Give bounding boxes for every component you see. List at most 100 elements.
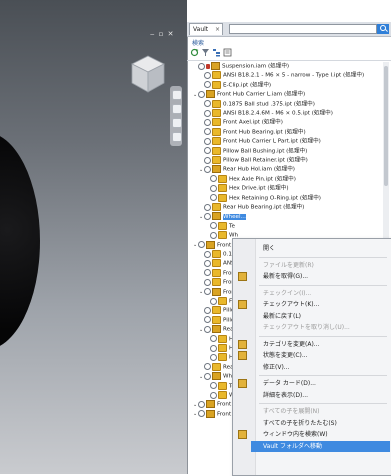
viewport-window-controls[interactable]: ‒ ▫ ✕: [150, 30, 184, 39]
filter-icon[interactable]: [201, 48, 210, 57]
part-file-icon: [212, 306, 221, 315]
state-icon: [238, 351, 247, 360]
tree-view-icon[interactable]: [212, 48, 221, 57]
properties-icon[interactable]: [223, 48, 232, 57]
tree-row[interactable]: Pillow Ball Retainer.ipt (処理中): [199, 156, 308, 165]
close-icon[interactable]: ×: [215, 24, 220, 36]
status-icon: [204, 363, 211, 371]
tree-row[interactable]: Hex Drive.ipt (処理中): [205, 184, 289, 193]
viewcube-icon[interactable]: [128, 52, 168, 96]
status-icon: [210, 391, 217, 399]
assembly-icon: [212, 165, 221, 174]
tree-row[interactable]: Front Axel.ipt (処理中): [199, 118, 283, 127]
category-icon: [238, 339, 247, 349]
context-menu-item[interactable]: すべての子を折りたたむ(S): [255, 418, 390, 429]
tree-row[interactable]: Rear Hub Bearing.ipt (処理中): [199, 203, 304, 212]
assembly-icon: [206, 400, 215, 409]
context-menu-item[interactable]: すべての子を展開(N): [255, 406, 390, 417]
tree-row[interactable]: Suspension.iam (処理中): [193, 62, 289, 71]
orbit-icon[interactable]: [172, 118, 182, 128]
scroll-thumb[interactable]: [384, 66, 388, 186]
context-menu-item[interactable]: チェックアウト(K)...: [255, 299, 390, 310]
context-menu-item[interactable]: データ カード(D)...: [255, 378, 390, 389]
tree-row-label: Hex Retaining O-Ring.ipt (処理中): [229, 195, 321, 202]
context-menu-item[interactable]: 修正(V)...: [255, 362, 390, 373]
zoom-icon[interactable]: [172, 104, 182, 114]
context-menu-item[interactable]: 詳細を表示(D)...: [255, 390, 390, 401]
menu-separator: [259, 284, 387, 286]
status-icon: [204, 118, 211, 126]
part-file-icon: [212, 259, 221, 268]
tree-row[interactable]: ⌄ Wheel...: [199, 212, 246, 221]
status-icon: [210, 175, 217, 183]
status-icon: [204, 156, 211, 164]
context-menu: 開く ファイルを更新(R) 最新を取得(G)... チェックイン(I)... チェックア…: [232, 238, 391, 476]
part-file-icon: [212, 109, 221, 117]
tree-row[interactable]: Te: [205, 381, 235, 391]
search-input[interactable]: [229, 24, 377, 34]
tab-vault[interactable]: Vault ×: [189, 23, 223, 35]
tree-row[interactable]: E-Clip.ipt (処理中): [199, 80, 271, 90]
status-icon: [204, 137, 211, 145]
context-menu-item[interactable]: 最新を取得(G)...: [255, 271, 390, 282]
context-menu-item[interactable]: カテゴリを変更(A)...: [255, 339, 390, 350]
tree-row-label: Hex Axle Pin.ipt (処理中): [229, 176, 296, 183]
status-icon: [204, 109, 211, 117]
tree-row[interactable]: ⌄ Rear Hub Hol.iam (処理中): [199, 165, 295, 174]
tree-row[interactable]: Hex Retaining O-Ring.ipt (処理中): [205, 193, 321, 203]
assembly-icon: [212, 325, 221, 334]
assembly-icon: [212, 212, 221, 221]
tree-row[interactable]: Hex Axle Pin.ipt (処理中): [205, 174, 296, 184]
status-icon: [204, 372, 211, 380]
status-icon: [210, 231, 217, 239]
tree-row[interactable]: Te: [205, 221, 235, 231]
status-icon: [210, 382, 217, 390]
status-icon: [204, 278, 211, 286]
menu-separator: [259, 403, 387, 404]
assembly-icon: [206, 409, 215, 418]
data-card-icon: [238, 379, 247, 388]
context-menu-item[interactable]: ウィンドウ内を検索(W): [255, 429, 390, 440]
status-icon: [204, 212, 211, 220]
context-menu-item[interactable]: 開く: [255, 243, 390, 254]
tree-row-label: Front Hub Bearing.ipt (処理中): [223, 129, 306, 136]
tree-row[interactable]: Front Hub Carrier L Part.ipt (処理中): [199, 137, 321, 146]
part-file-icon: [218, 184, 227, 193]
tree-row-label: 0.1875 Ball stud .375.ipt (処理中): [223, 101, 315, 108]
graphics-viewport[interactable]: ‒ ▫ ✕: [0, 0, 187, 474]
context-menu-item[interactable]: 最新に戻す(L): [255, 311, 390, 322]
context-menu-item[interactable]: チェックアウトを取り消し(U)...: [255, 322, 390, 333]
look-icon[interactable]: [172, 132, 182, 142]
part-file-icon: [212, 362, 221, 371]
part-file-icon: [212, 268, 221, 277]
tab-vault-label: Vault: [193, 26, 209, 33]
browser-toolbar: [187, 46, 391, 61]
tree-row[interactable]: 0.1875 Ball stud .375.ipt (処理中): [199, 99, 315, 109]
part-file-icon: [212, 118, 221, 127]
tree-row[interactable]: ANSI B18.2.1 - M6 × 5 - narrow - Type I.…: [199, 71, 364, 80]
search-icon[interactable]: [377, 24, 389, 34]
status-icon: [204, 128, 211, 136]
refresh-icon[interactable]: [190, 48, 199, 57]
navigation-bar: [170, 86, 182, 146]
tree-row-label: Front Hub Carrier L.iam (処理中): [217, 91, 306, 98]
tree-row[interactable]: ⌄ Front Hub Carrier L.iam (処理中): [193, 90, 305, 99]
tree-row[interactable]: Pillow Ball Bushing.ipt (処理中): [199, 146, 307, 156]
part-file-icon: [218, 353, 227, 362]
context-menu-item[interactable]: 状態を変更(C)...: [255, 350, 390, 361]
menu-separator: [259, 335, 387, 337]
pan-icon[interactable]: [172, 90, 182, 100]
context-menu-item[interactable]: チェックイン(I)...: [255, 288, 390, 299]
model-geometry[interactable]: [0, 132, 40, 350]
status-icon: [198, 410, 205, 418]
part-file-icon: [212, 315, 221, 324]
context-menu-item[interactable]: ファイルを更新(R): [255, 260, 390, 271]
tree-row-label: Pillow Ball Retainer.ipt (処理中): [223, 157, 308, 164]
status-icon: [204, 288, 211, 296]
context-menu-item[interactable]: Vault フォルダへ移動: [251, 440, 390, 452]
part-file-icon: [218, 391, 227, 399]
status-icon: [204, 306, 211, 314]
menu-separator: [259, 256, 387, 258]
tree-row[interactable]: ANSI B18.2.4.6M - M6 × 0.5.ipt (処理中): [199, 109, 333, 118]
tree-row[interactable]: Front Hub Bearing.ipt (処理中): [199, 127, 306, 137]
